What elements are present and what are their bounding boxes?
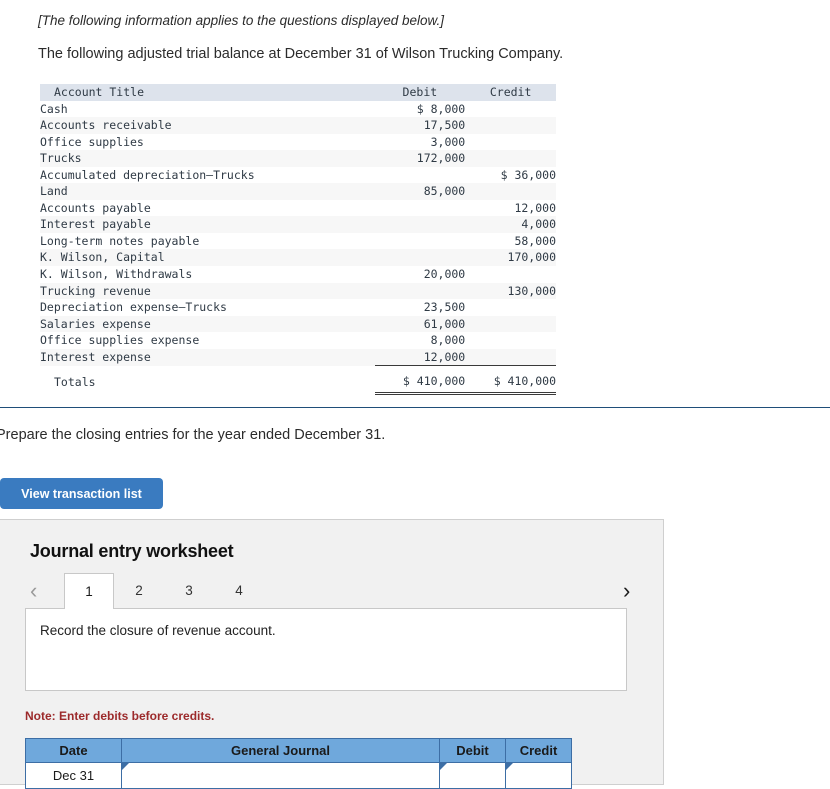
information-applies-note: [The following information applies to th… [38, 13, 444, 28]
table-row: Accumulated depreciation—Trucks $ 36,000 [40, 166, 556, 184]
table-row: Accounts receivable 17,500 [40, 117, 556, 134]
credit-cell: 130,000 [465, 282, 556, 300]
debit-cell: 8,000 [374, 332, 466, 349]
debit-cell: 17,500 [374, 117, 466, 134]
debit-cell: 61,000 [374, 315, 466, 333]
table-row: K. Wilson, Withdrawals 20,000 [40, 266, 556, 283]
column-header-debit: Debit [374, 84, 466, 101]
trial-balance-header-row: Account Title Debit Credit [40, 84, 556, 101]
table-row: Trucks 172,000 [40, 150, 556, 167]
debit-cell [374, 199, 466, 217]
credit-cell [465, 332, 556, 349]
debit-cell [374, 282, 466, 300]
account-title-cell: Cash [40, 100, 375, 118]
general-journal-entry-table: Date General Journal Debit Credit Dec 31 [25, 738, 572, 789]
chevron-left-icon[interactable]: ‹ [30, 573, 37, 609]
totals-label: Totals [40, 365, 375, 394]
totals-debit-cell: $ 410,000 [374, 365, 466, 396]
debit-cell: 172,000 [374, 150, 466, 167]
account-title-cell: K. Wilson, Withdrawals [40, 266, 375, 283]
account-title-cell: Accumulated depreciation—Trucks [40, 166, 375, 184]
debit-cell: 12,000 [374, 348, 466, 366]
table-row: Depreciation expense—Trucks 23,500 [40, 299, 556, 316]
account-title-cell: Interest expense [40, 348, 375, 366]
journal-column-header-date: Date [25, 738, 122, 763]
adjusted-trial-balance-table: Account Title Debit Credit Cash $ 8,000 Ac… [40, 84, 556, 396]
journal-column-header-debit: Debit [439, 738, 506, 763]
account-title-cell: Accounts receivable [40, 117, 375, 134]
account-title-cell: Depreciation expense—Trucks [40, 299, 375, 316]
worksheet-title: Journal entry worksheet [30, 541, 234, 561]
worksheet-instruction-text: Record the closure of revenue account. [40, 623, 276, 638]
journal-header-row: Date General Journal Debit Credit [25, 738, 572, 763]
debit-cell [374, 216, 466, 233]
credit-cell [465, 266, 556, 283]
debit-cell: 3,000 [374, 133, 466, 151]
section-divider [0, 407, 830, 408]
credit-cell [465, 299, 556, 316]
debit-cell: 23,500 [374, 299, 466, 316]
worksheet-tab-4[interactable]: 4 [214, 573, 264, 609]
credit-cell: $ 36,000 [465, 166, 556, 184]
table-row: Interest payable 4,000 [40, 216, 556, 233]
totals-row: Totals $ 410,000 $ 410,000 [40, 365, 556, 396]
view-transaction-list-button[interactable]: View transaction list [0, 478, 163, 509]
table-row: Cash $ 8,000 [40, 100, 556, 118]
credit-cell [465, 315, 556, 333]
credit-cell: 170,000 [465, 249, 556, 267]
account-title-cell: Salaries expense [40, 315, 375, 333]
debit-cell: 20,000 [374, 266, 466, 283]
table-row: Accounts payable 12,000 [40, 199, 556, 217]
account-title-cell: Trucking revenue [40, 282, 375, 300]
worksheet-tab-2[interactable]: 2 [114, 573, 164, 609]
debit-cell [374, 249, 466, 267]
account-title-cell: K. Wilson, Capital [40, 249, 375, 267]
worksheet-tab-3[interactable]: 3 [164, 573, 214, 609]
account-title-cell: Long-term notes payable [40, 232, 375, 250]
trial-balance-lead-in: The following adjusted trial balance at … [38, 46, 564, 62]
worksheet-instruction-box: Record the closure of revenue account. [25, 608, 627, 691]
credit-cell [465, 150, 556, 167]
worksheet-tab-strip: ‹ › 1234 [25, 573, 640, 609]
table-row: K. Wilson, Capital 170,000 [40, 249, 556, 267]
account-title-cell: Trucks [40, 150, 375, 167]
credit-cell [465, 133, 556, 151]
table-row: Interest expense 12,000 [40, 348, 556, 366]
debit-cell: 85,000 [374, 183, 466, 200]
debit-cell [374, 232, 466, 250]
debit-cell [374, 166, 466, 184]
debits-before-credits-note: Note: Enter debits before credits. [25, 709, 215, 723]
worksheet-tab-1[interactable]: 1 [64, 573, 114, 609]
credit-cell [465, 183, 556, 200]
table-row: Salaries expense 61,000 [40, 315, 556, 333]
debit-cell: $ 8,000 [374, 100, 466, 118]
table-row: Office supplies 3,000 [40, 133, 556, 151]
table-row: Long-term notes payable 58,000 [40, 232, 556, 250]
journal-column-header-credit: Credit [505, 738, 572, 763]
table-row: Office supplies expense 8,000 [40, 332, 556, 349]
credit-cell: 4,000 [465, 216, 556, 233]
column-header-credit: Credit [465, 84, 556, 101]
credit-cell [465, 117, 556, 134]
account-title-cell: Land [40, 183, 375, 200]
table-row: Trucking revenue 130,000 [40, 282, 556, 300]
credit-cell [465, 100, 556, 118]
table-row: Land 85,000 [40, 183, 556, 200]
requirement-text: Prepare the closing entries for the year… [0, 427, 386, 443]
account-title-cell: Office supplies [40, 133, 375, 151]
account-title-cell: Office supplies expense [40, 332, 375, 349]
account-title-cell: Interest payable [40, 216, 375, 233]
credit-cell: 58,000 [465, 232, 556, 250]
credit-cell: 12,000 [465, 199, 556, 217]
column-header-account-title: Account Title [40, 84, 375, 101]
totals-credit-cell: $ 410,000 [465, 365, 556, 396]
journal-column-header-general: General Journal [121, 738, 440, 763]
chevron-right-icon[interactable]: › [623, 573, 630, 609]
credit-cell [465, 348, 556, 366]
account-title-cell: Accounts payable [40, 199, 375, 217]
